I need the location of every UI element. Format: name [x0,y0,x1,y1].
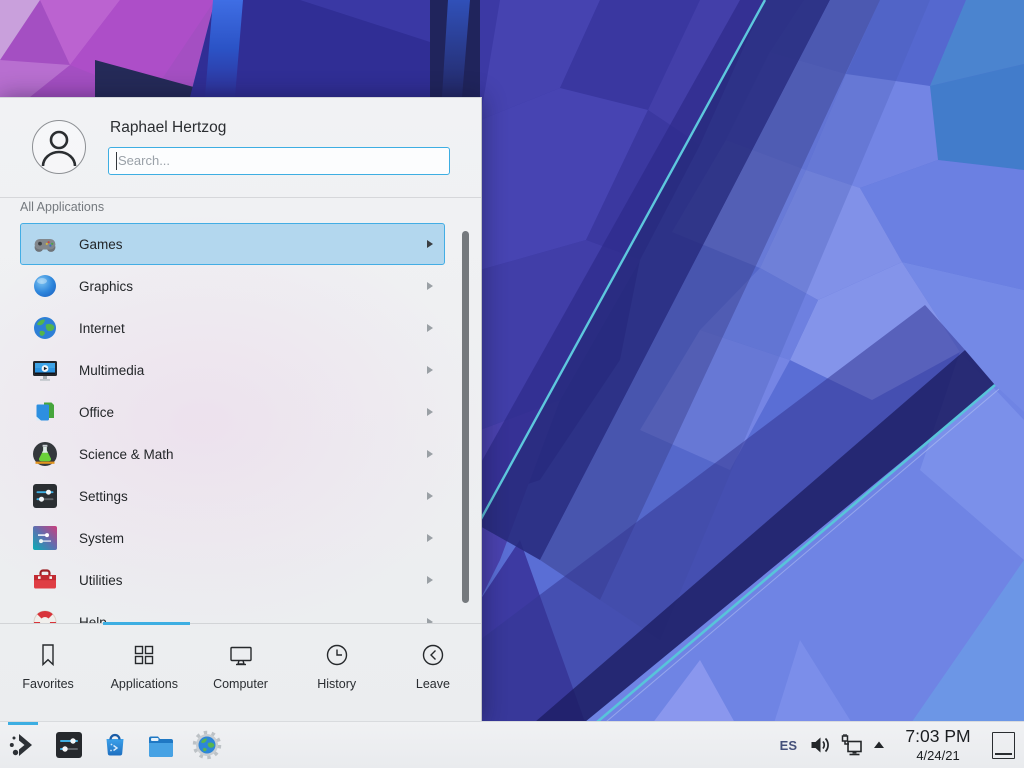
clock-time: 7:03 PM [896,728,980,746]
keyboard-layout-indicator[interactable]: ES [780,738,797,753]
app-category-label: Graphics [79,279,133,294]
show-desktop-button[interactable] [992,732,1015,759]
web-browser-button[interactable] [191,725,223,765]
app-category-settings[interactable]: Settings [0,475,481,517]
office-doc-icon [32,399,58,425]
monitor-icon [227,641,255,669]
app-category-help[interactable]: Help [0,601,481,623]
gamepad-icon [32,231,58,257]
leave-circle-icon [419,641,447,669]
app-category-label: Internet [79,321,125,336]
app-category-utilities[interactable]: Utilities [0,559,481,601]
active-task-indicator [8,722,38,725]
app-category-label: Settings [79,489,128,504]
app-category-system[interactable]: System [0,517,481,559]
submenu-arrow-icon [427,576,433,584]
tab-label: History [317,677,356,691]
submenu-arrow-icon [427,240,433,248]
submenu-arrow-icon [427,408,433,416]
globe-icon [32,315,58,341]
app-category-multimedia[interactable]: Multimedia [0,349,481,391]
submenu-arrow-icon [427,324,433,332]
volume-icon[interactable] [808,733,832,757]
tab-label: Leave [416,677,450,691]
system-tray: ES [780,722,1024,768]
section-label: All Applications [20,200,104,214]
graphics-ball-icon [32,273,58,299]
discover-icon [99,729,131,761]
tab-label: Computer [213,677,268,691]
tab-computer[interactable]: Computer [192,624,288,724]
network-icon[interactable] [840,733,864,757]
app-category-label: Games [79,237,123,252]
tab-applications[interactable]: Applications [96,624,192,724]
dolphin-icon [145,729,177,761]
user-name: Raphael Hertzog [110,119,226,137]
search-input[interactable]: Search... [108,147,450,175]
app-category-label: Science & Math [79,447,174,462]
systemsettings-icon [53,729,85,761]
tab-favorites[interactable]: Favorites [0,624,96,724]
app-category-list: Games Graphics Internet Multimedia Office Sci… [0,223,481,623]
tab-label: Applications [111,677,178,691]
app-category-office[interactable]: Office [0,391,481,433]
kickoff-icon [7,729,39,761]
launcher-header: Raphael Hertzog Search... [0,98,481,198]
app-category-internet[interactable]: Internet [0,307,481,349]
tab-history[interactable]: History [289,624,385,724]
utilities-toolbox-icon [32,567,58,593]
help-lifering-icon [32,609,58,623]
app-category-label: Utilities [79,573,123,588]
active-tab-indicator [103,622,190,625]
browser-icon [191,729,223,761]
application-launcher-menu: Raphael Hertzog Search... All Applicatio… [0,97,482,723]
show-desktop-glyph [995,753,1012,755]
app-category-science-math[interactable]: Science & Math [0,433,481,475]
settings-icon [32,483,58,509]
text-caret [116,152,117,170]
submenu-arrow-icon [427,366,433,374]
application-launcher-button[interactable] [7,725,39,765]
app-category-label: Office [79,405,114,420]
desktop: Raphael Hertzog Search... All Applicatio… [0,0,1024,768]
app-category-label: System [79,531,124,546]
system-settings-button[interactable] [53,725,85,765]
submenu-arrow-icon [427,492,433,500]
discover-button[interactable] [99,725,131,765]
tab-label: Favorites [22,677,73,691]
science-flask-icon [32,441,58,467]
scrollbar[interactable] [462,231,469,603]
digital-clock[interactable]: 7:03 PM 4/24/21 [896,728,980,762]
submenu-arrow-icon [427,450,433,458]
multimedia-icon [32,357,58,383]
expand-tray-caret-icon[interactable] [872,738,886,752]
user-avatar-icon[interactable] [32,120,86,174]
search-placeholder: Search... [118,153,170,168]
app-category-graphics[interactable]: Graphics [0,265,481,307]
system-icon [32,525,58,551]
submenu-arrow-icon [427,282,433,290]
clock-icon [323,641,351,669]
app-category-label: Multimedia [79,363,144,378]
app-category-games[interactable]: Games [0,223,481,265]
taskbar: ES [0,721,1024,768]
clock-date: 4/24/21 [896,749,980,762]
taskbar-launchers [0,725,237,765]
app-grid-icon [130,641,158,669]
launcher-tab-bar: Favorites Applications Computer History Leav… [0,623,481,724]
tab-leave[interactable]: Leave [385,624,481,724]
file-manager-button[interactable] [145,725,177,765]
bookmark-icon [34,641,62,669]
submenu-arrow-icon [427,534,433,542]
